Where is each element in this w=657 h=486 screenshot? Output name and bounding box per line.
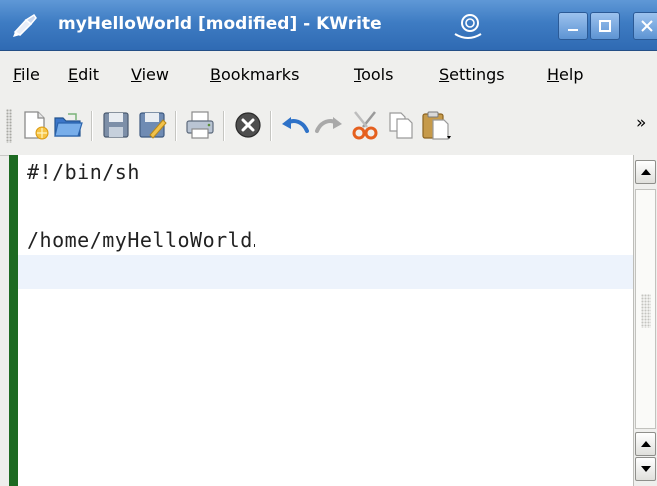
menu-file[interactable]: File [13,65,40,84]
save-as-icon[interactable] [136,109,168,141]
editor-line-3-text: /home/myHelloWorld [27,228,253,252]
vertical-scrollbar[interactable] [633,155,657,486]
maximize-button[interactable] [590,12,620,40]
menu-edit[interactable]: Edit [68,65,99,84]
open-folder-icon[interactable] [52,109,84,141]
paste-icon[interactable] [420,109,452,141]
new-document-icon[interactable] [18,109,50,141]
scroll-up-button[interactable] [635,160,656,184]
close-document-icon[interactable] [232,109,264,141]
text-cursor [253,244,255,247]
scrollbar-grip[interactable] [641,294,651,328]
undo-icon[interactable] [279,109,311,141]
scroll-up-button-lower[interactable] [635,432,656,456]
title-bar[interactable]: myHelloWorld [modified] - KWrite [0,0,657,51]
menu-view[interactable]: View [131,65,169,84]
toolbar-separator [91,111,93,141]
arrow-up-icon [640,441,651,447]
window-title: myHelloWorld [modified] - KWrite [58,14,382,34]
menu-bookmarks[interactable]: Bookmarks [210,65,299,84]
redo-icon[interactable] [313,109,345,141]
kwrite-app-icon[interactable] [12,12,40,38]
toolbar-grip[interactable] [6,109,12,143]
menu-tools[interactable]: Tools [354,65,393,84]
minimize-button[interactable] [558,12,588,40]
editor-line-3[interactable]: /home/myHelloWorld [27,228,255,252]
kwrite-window: myHelloWorld [modified] - KWrite File Ed… [0,0,657,486]
editor-area[interactable]: #!/bin/sh /home/myHelloWorld [9,155,633,486]
arrow-down-icon [640,466,651,472]
toolbar-separator [175,111,177,141]
editor-line-1[interactable]: #!/bin/sh [27,160,140,184]
menu-bar: File Edit View Bookmarks Tools Settings … [0,51,657,97]
cut-icon[interactable] [349,109,381,141]
toolbar-overflow-button[interactable]: » [636,113,646,133]
toolbar-separator [223,111,225,141]
current-line-highlight [18,255,633,289]
minimize-icon [568,29,578,31]
print-icon[interactable] [184,109,216,141]
menu-help[interactable]: Help [547,65,583,84]
scroll-down-button[interactable] [635,457,656,481]
close-button[interactable] [633,12,657,40]
menu-settings[interactable]: Settings [439,65,505,84]
sticky-icon[interactable] [452,12,484,40]
main-toolbar: » [0,97,657,156]
maximize-icon [599,20,611,32]
toolbar-separator [270,111,272,141]
arrow-up-icon [640,169,651,175]
close-icon [641,20,653,32]
copy-icon[interactable] [385,109,417,141]
save-icon[interactable] [100,109,132,141]
scrollbar-track[interactable] [635,189,656,429]
